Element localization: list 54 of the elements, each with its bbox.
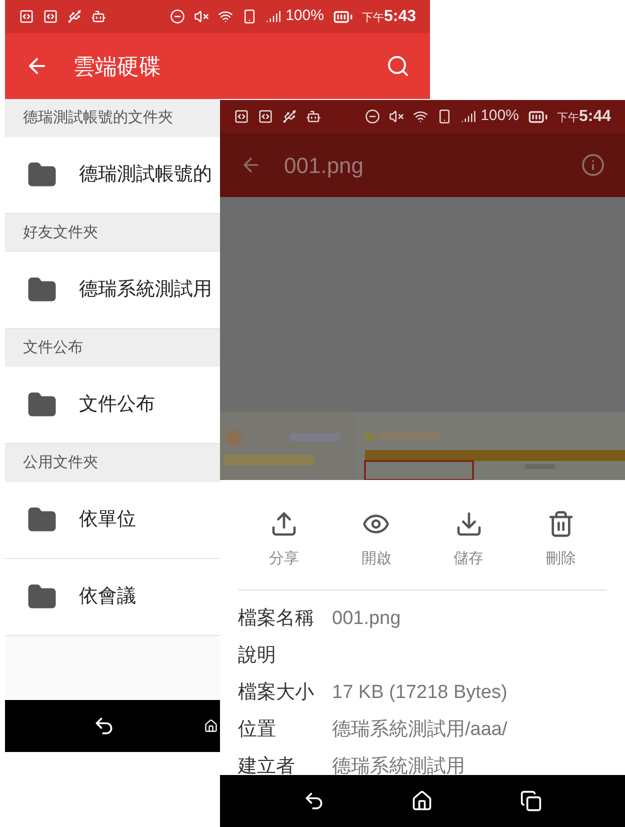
recent-apps-icon[interactable] — [520, 790, 542, 812]
clock: 下午5:43 — [362, 6, 416, 26]
folder-item[interactable]: 依會議 — [5, 559, 220, 636]
usb-icon — [282, 109, 297, 124]
battery-percent: 100% — [286, 6, 324, 26]
mute-icon — [388, 109, 404, 124]
code-icon — [234, 109, 249, 124]
detail-label: 檔案大小 — [238, 680, 315, 706]
folder-item[interactable]: 德瑞系統測試用 — [5, 252, 220, 329]
do-not-disturb-icon — [170, 9, 185, 24]
clock: 下午5:44 — [556, 106, 611, 126]
info-icon[interactable] — [581, 153, 605, 177]
section-header: 公用文件夾 — [5, 444, 220, 482]
wifi-icon — [218, 9, 233, 24]
folder-item[interactable]: 依單位 — [5, 482, 220, 559]
share-icon — [270, 510, 298, 538]
action-button[interactable]: 開啟 — [341, 510, 412, 570]
section-header: 文件公布 — [5, 329, 220, 367]
download-icon — [454, 510, 483, 538]
back-icon[interactable] — [93, 715, 115, 737]
trash-icon — [546, 510, 575, 538]
detail-value: 德瑞系統測試用 — [332, 755, 465, 775]
detail-label: 建立者 — [238, 755, 296, 775]
robot-icon — [306, 109, 321, 124]
home-icon[interactable] — [411, 790, 434, 812]
action-button[interactable]: 分享 — [249, 510, 320, 570]
detail-value: 17 KB (17218 Bytes) — [332, 681, 508, 706]
code-icon — [43, 9, 58, 24]
folder-item[interactable]: 文件公布 — [5, 367, 220, 444]
robot-icon — [91, 9, 106, 24]
section-header: 好友文件夾 — [5, 214, 220, 252]
code-icon — [19, 9, 34, 24]
action-button[interactable]: 刪除 — [526, 510, 596, 570]
battery-percent: 100% — [480, 106, 519, 126]
wifi-icon — [412, 109, 428, 124]
code-icon — [258, 109, 273, 124]
section-header: 德瑞測試帳號的文件夾 — [5, 99, 220, 137]
do-not-disturb-icon — [364, 109, 380, 124]
detail-label: 檔案名稱 — [238, 606, 315, 632]
file-title: 001.png — [284, 152, 365, 180]
action-button[interactable]: 儲存 — [434, 510, 504, 570]
usb-icon — [67, 9, 82, 24]
detail-label: 說明 — [238, 644, 277, 668]
detail-value: 001.png — [332, 607, 401, 632]
search-icon[interactable] — [386, 54, 410, 78]
detail-label: 位置 — [238, 718, 277, 742]
phone-icon — [436, 109, 452, 124]
signal-icon — [266, 9, 281, 24]
phone-icon — [242, 9, 257, 24]
signal-icon — [460, 109, 476, 124]
detail-value: 德瑞系統測試用/aaa/ — [332, 718, 508, 742]
app-title: 雲端硬碟 — [73, 52, 162, 80]
folder-item[interactable]: 德瑞測試帳號的 — [5, 137, 220, 214]
mute-icon — [194, 9, 209, 24]
